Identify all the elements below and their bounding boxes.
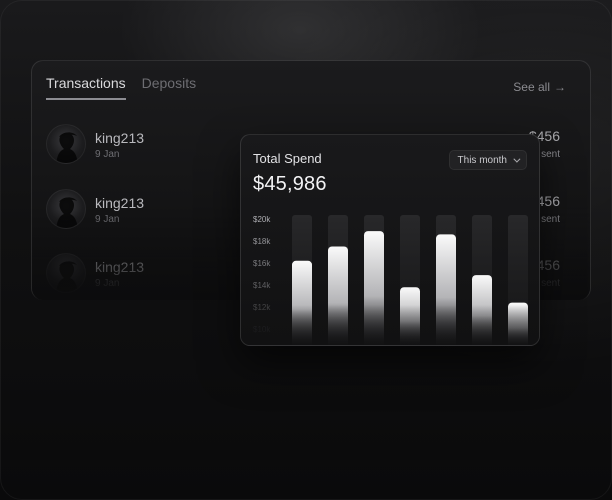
avatar	[46, 189, 86, 229]
transaction-name: king213	[95, 130, 145, 146]
transaction-date: 9 Jan	[95, 149, 120, 160]
avatar	[46, 124, 86, 164]
transaction-amount-value: 456	[536, 193, 560, 209]
chart-bar[interactable]	[328, 246, 348, 347]
y-tick-label: $18k	[253, 237, 271, 246]
tab-transactions[interactable]: Transactions	[46, 75, 126, 100]
status-label: sent	[541, 278, 560, 289]
person-icon	[56, 132, 78, 163]
y-tick-label: $12k	[253, 303, 271, 312]
transaction-name: king213	[95, 195, 145, 211]
total-spend-card: Total Spend $45,986 This month $20k $18k $…	[240, 134, 540, 346]
transaction-date: 9 Jan	[95, 278, 120, 289]
transaction-date: 9 Jan	[95, 214, 120, 225]
transaction-amount-value: 456	[536, 128, 560, 144]
person-icon	[56, 261, 78, 292]
chart-bar[interactable]	[508, 302, 528, 346]
chart-bar[interactable]	[472, 275, 492, 346]
see-all-link[interactable]: See all →	[513, 80, 566, 94]
tabs-bar: Transactions Deposits	[46, 75, 196, 100]
y-tick-label: $10k	[253, 325, 271, 334]
arrow-right-icon: →	[554, 80, 566, 94]
chart-bar[interactable]	[292, 260, 312, 346]
chart-bar[interactable]	[436, 234, 456, 346]
status-label: sent	[541, 214, 560, 225]
chart-bar[interactable]	[400, 287, 420, 346]
tab-deposits[interactable]: Deposits	[142, 75, 196, 100]
spend-bar-chart: $20k $18k $16k $14k $12k $10k	[253, 215, 528, 347]
y-tick-label: $20k	[253, 215, 271, 224]
transaction-name: king213	[95, 259, 145, 275]
y-tick-label: $16k	[253, 259, 271, 268]
transaction-amount-value: 456	[536, 257, 560, 273]
person-icon	[56, 197, 78, 228]
status-label: sent	[541, 149, 560, 160]
y-tick-label: $14k	[253, 281, 271, 290]
avatar	[46, 253, 86, 293]
see-all-label: See all	[513, 80, 550, 94]
chart-bar[interactable]	[364, 231, 384, 346]
